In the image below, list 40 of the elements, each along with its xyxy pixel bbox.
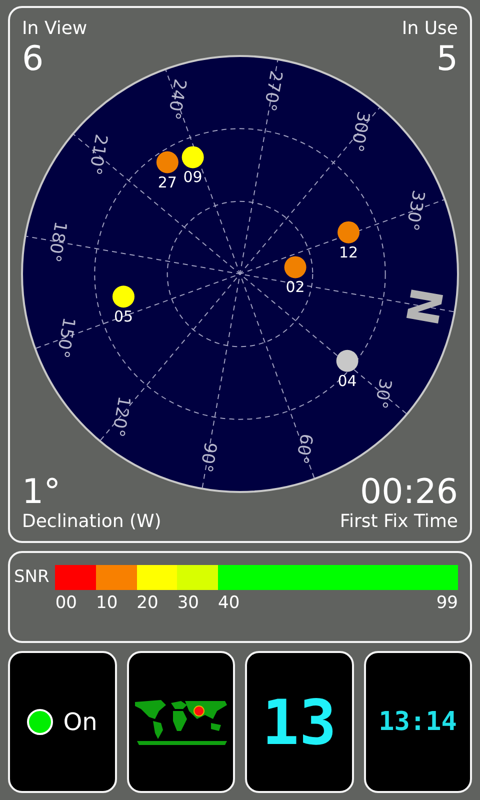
in-view-count: 6	[22, 40, 44, 78]
azimuth-label: 210°	[84, 132, 111, 176]
azimuth-label: 240°	[162, 77, 190, 122]
clock-display: 13:14	[378, 707, 457, 737]
satellite-label: 27	[158, 173, 177, 192]
satellite-label: 12	[339, 243, 358, 262]
azimuth-label: 180°	[43, 220, 70, 264]
satellite-label: 04	[338, 372, 357, 390]
azimuth-label: 270°	[258, 68, 286, 113]
satellite-label: 09	[183, 168, 202, 186]
declination-value: 1°	[22, 473, 61, 511]
snr-tick-label: 00	[55, 592, 77, 615]
azimuth-label: 90°	[195, 440, 220, 474]
snr-tick-label: 30	[177, 592, 199, 615]
status-label: On	[63, 708, 98, 736]
in-use-label: In Use	[402, 18, 458, 40]
satellite-label: 02	[286, 278, 305, 296]
azimuth-label: 60°	[291, 432, 316, 466]
gps-status-tile[interactable]: On	[8, 651, 116, 793]
snr-tick-label: 20	[136, 592, 158, 615]
snr-tick-label: 99	[436, 592, 458, 615]
snr-label: SNR	[14, 566, 50, 589]
snr-tick-label: 10	[96, 592, 118, 615]
first-fix-label: First Fix Time	[340, 511, 458, 533]
north-label: N	[394, 284, 452, 329]
azimuth-label: 330°	[401, 188, 428, 232]
first-fix-value: 00:26	[360, 473, 458, 511]
clock-tile[interactable]: 13:14	[364, 651, 472, 793]
snr-tick-label: 40	[218, 592, 240, 615]
declination-label: Declination (W)	[22, 511, 162, 533]
satellite-label: 05	[114, 308, 134, 326]
in-use-count: 5	[436, 40, 458, 78]
azimuth-label: 30°	[370, 376, 395, 410]
in-view-label: In View	[22, 18, 88, 40]
satellite-count-tile[interactable]: 13	[245, 651, 354, 793]
azimuth-label: 120°	[107, 394, 134, 438]
azimuth-label: 300°	[346, 110, 373, 154]
azimuth-label: 150°	[52, 316, 79, 360]
satellite-count: 13	[262, 686, 337, 758]
world-map-tile[interactable]	[126, 651, 235, 793]
